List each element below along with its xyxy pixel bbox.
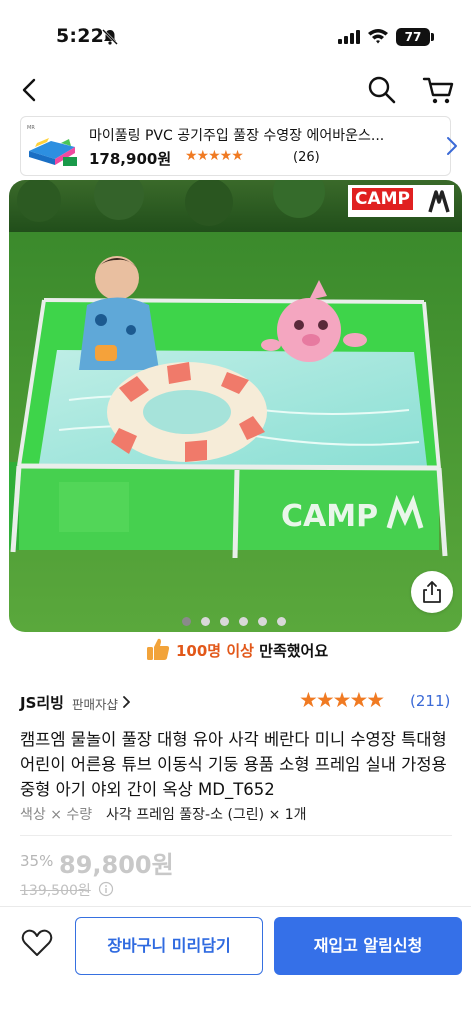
- carousel-dot[interactable]: [239, 617, 248, 626]
- status-time: 5:22: [56, 25, 105, 47]
- svg-text:MR: MR: [27, 125, 35, 131]
- pool-brand-text: CAMP: [281, 499, 378, 534]
- recommended-product-title: 마이풀링 PVC 공기주입 풀장 수영장 에어바운스...: [89, 128, 385, 144]
- chevron-right-icon[interactable]: [122, 695, 131, 709]
- carousel-dot[interactable]: [277, 617, 286, 626]
- option-label: 색상 × 수량: [20, 807, 93, 823]
- product-image: CAMP: [9, 180, 462, 632]
- share-button[interactable]: [411, 571, 453, 613]
- wifi-icon: [368, 29, 388, 44]
- search-icon[interactable]: [366, 74, 398, 106]
- cart-icon[interactable]: [422, 74, 456, 106]
- recommended-product-review-count: (26): [293, 150, 320, 165]
- heart-icon[interactable]: [20, 927, 54, 959]
- discount-rate: 35%: [20, 852, 54, 870]
- carousel-dot[interactable]: [201, 617, 210, 626]
- status-bar: 5:22 77: [0, 0, 471, 70]
- chevron-right-icon[interactable]: [445, 135, 459, 157]
- seller-shop-link[interactable]: 판매자샵: [72, 694, 118, 713]
- share-icon: [423, 581, 441, 603]
- recommended-product-thumbnail: MR: [25, 121, 79, 171]
- satisfaction-count: 100명 이상: [176, 642, 254, 660]
- product-image-carousel[interactable]: CAMP CAMP: [9, 180, 462, 632]
- battery-cap: [431, 33, 434, 41]
- bell-off-icon: [102, 29, 118, 45]
- divider: [20, 835, 452, 836]
- thumbs-up-icon: [147, 638, 170, 660]
- bottom-action-bar: 장바구니 미리담기 재입고 알림신청: [0, 906, 471, 1024]
- carousel-dot[interactable]: [258, 617, 267, 626]
- brand-logo-text: CAMP: [352, 188, 414, 210]
- info-icon[interactable]: [98, 881, 114, 897]
- back-icon[interactable]: [14, 72, 44, 108]
- recommended-product-price: 178,900원: [89, 150, 172, 168]
- option-value[interactable]: 사각 프레임 풀장-소 (그린) × 1개: [106, 804, 307, 824]
- add-to-cart-button[interactable]: 장바구니 미리담기: [75, 917, 263, 975]
- signal-icon: [338, 30, 360, 44]
- seller-name[interactable]: JS리빙: [20, 692, 64, 713]
- product-title: 캠프엠 물놀이 풀장 대형 유아 사각 베란다 미니 수영장 특대형 어린이 어…: [20, 730, 447, 799]
- rating-review-count[interactable]: (211): [410, 692, 450, 710]
- recommended-product-card[interactable]: MR 마이풀링 PVC 공기주입 풀장 수영장 에어바운스... 178,900…: [20, 116, 457, 176]
- recommended-product-stars: ★★★★★: [185, 148, 244, 164]
- carousel-dot[interactable]: [220, 617, 229, 626]
- satisfaction-rest: 만족했어요: [253, 642, 329, 660]
- brand-logo-m-mark: [428, 190, 450, 213]
- restock-notify-button[interactable]: 재입고 알림신청: [274, 917, 462, 975]
- satisfaction-text: 100명 이상 만족했어요: [176, 640, 328, 661]
- battery-indicator: 77: [396, 28, 430, 46]
- carousel-dot[interactable]: [182, 617, 191, 626]
- brand-logo-badge: CAMP: [348, 185, 454, 217]
- rating-stars: ★★★★★: [299, 688, 385, 712]
- original-price: 139,500원: [20, 883, 91, 899]
- sale-price: 89,800원: [59, 851, 174, 879]
